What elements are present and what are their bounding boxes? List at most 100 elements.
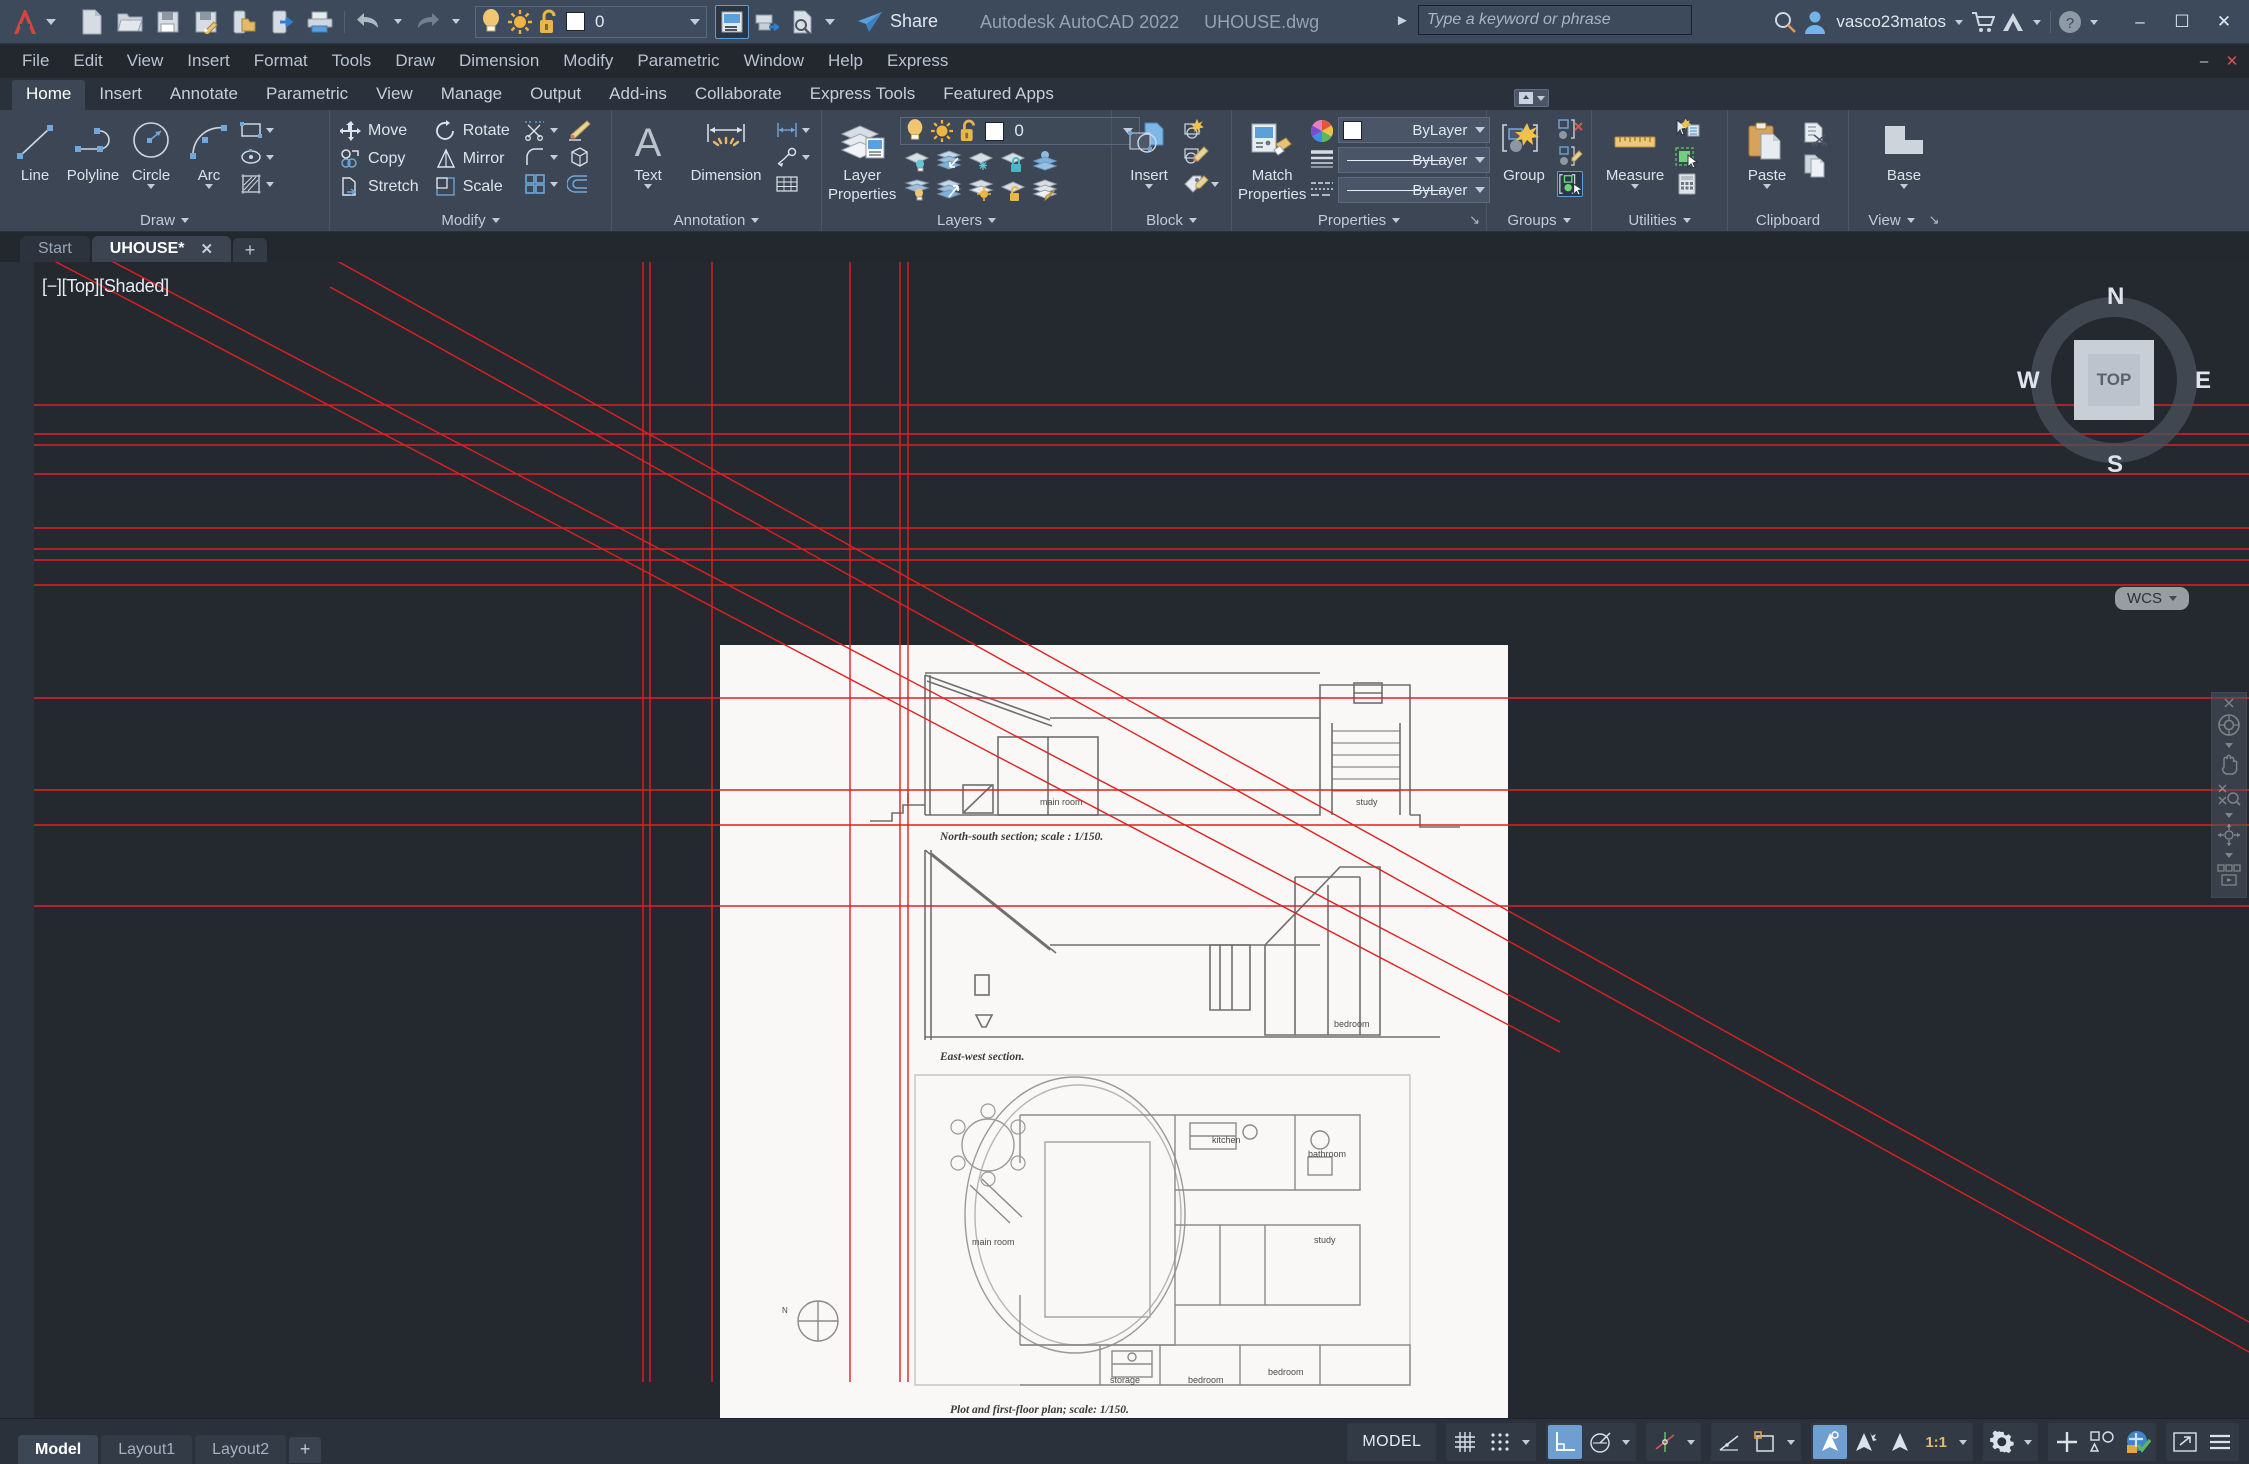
wcs-caret[interactable] (2169, 596, 2177, 601)
lineweight-button[interactable] (1813, 1425, 1848, 1459)
layer-isolate-icon[interactable] (904, 148, 930, 174)
leader-dropdown-caret[interactable] (802, 154, 810, 160)
fullscreen-button[interactable] (2168, 1425, 2202, 1459)
panel-title-annotation[interactable]: Annotation (612, 209, 821, 231)
doc-tab-close-icon[interactable]: ✕ (200, 240, 213, 258)
move-button[interactable]: Move (336, 117, 423, 144)
menu-insert[interactable]: Insert (175, 47, 242, 75)
navbar-close-icon[interactable] (2214, 696, 2244, 710)
autocad-a-logo-icon[interactable] (8, 7, 42, 37)
panel-title-clipboard[interactable]: Clipboard (1728, 209, 1848, 231)
hardware-acceleration-button[interactable] (2050, 1425, 2084, 1459)
view-cube-north-label[interactable]: N (2107, 283, 2124, 311)
clean-screen-button[interactable] (2120, 1425, 2154, 1459)
menu-parametric[interactable]: Parametric (625, 47, 731, 75)
isolate-objects-button[interactable] (2085, 1425, 2119, 1459)
orbit-caret[interactable] (2225, 850, 2233, 860)
block-attribute-caret[interactable] (1211, 181, 1219, 187)
ribbon-minimize-control[interactable] (1514, 89, 1549, 107)
annotation-scale-button[interactable]: 1:1 (1918, 1425, 1954, 1459)
ellipse-dropdown-caret[interactable] (266, 154, 274, 160)
annotation-scale-caret[interactable] (1955, 1425, 1971, 1459)
leader-icon[interactable] (774, 144, 800, 170)
trim-dropdown-caret[interactable] (549, 127, 558, 133)
object-snap-button[interactable] (1748, 1425, 1782, 1459)
view-cube-west-label[interactable]: W (2017, 367, 2040, 395)
insert-block-button[interactable]: Insert (1118, 117, 1180, 189)
fillet-dropdown-caret[interactable] (549, 154, 558, 160)
explode-cube-icon[interactable] (566, 144, 592, 170)
tab-featured-apps[interactable]: Featured Apps (929, 80, 1068, 110)
menu-draw[interactable]: Draw (383, 47, 447, 75)
save-as-button[interactable] (188, 5, 224, 39)
shopping-cart-icon[interactable] (1968, 5, 1998, 39)
layer-dropdown-caret[interactable] (690, 18, 700, 25)
panel-title-block[interactable]: Block (1112, 209, 1231, 231)
tab-insert[interactable]: Insert (85, 80, 156, 110)
linear-dim-dropdown-caret[interactable] (802, 127, 810, 133)
object-snap-tracking-button[interactable] (1713, 1425, 1747, 1459)
layer-make-current-icon[interactable] (1032, 148, 1058, 174)
match-properties-button[interactable]: Match Properties (1238, 117, 1306, 203)
lineweight-field[interactable]: ByLayer (1338, 177, 1491, 203)
calculator-icon[interactable] (1674, 171, 1700, 197)
plot-more-dropdown[interactable] (821, 7, 839, 37)
doc-tab-start[interactable]: Start (20, 236, 90, 262)
arc-dropdown-caret[interactable] (205, 183, 213, 189)
area-select-icon[interactable] (1674, 144, 1700, 170)
mirror-button[interactable]: Mirror (431, 145, 514, 172)
panel-title-view[interactable]: View ↘ (1849, 209, 1959, 231)
rectangle-icon[interactable] (238, 117, 264, 143)
redo-dropdown[interactable] (447, 7, 465, 37)
layer-unlock-icon[interactable] (1000, 177, 1026, 203)
new-document-tab-button[interactable]: + (233, 238, 268, 262)
grid-display-button[interactable] (1448, 1425, 1482, 1459)
selection-cycling-button[interactable] (1883, 1425, 1917, 1459)
layer-freeze-icon[interactable] (968, 148, 994, 174)
zoom-caret[interactable] (2225, 810, 2233, 820)
undo-button[interactable] (351, 5, 387, 39)
group-edit-icon[interactable] (1557, 144, 1583, 170)
table-icon[interactable] (774, 171, 800, 197)
user-name[interactable]: vasco23matos (1836, 12, 1946, 32)
minimize-button[interactable]: – (2119, 2, 2161, 42)
lineweight-icon[interactable] (1310, 147, 1334, 173)
base-view-button[interactable]: Base (1868, 117, 1940, 189)
panel-title-utilities[interactable]: Utilities (1592, 209, 1727, 231)
paste-caret[interactable] (1763, 183, 1771, 189)
user-dropdown-caret[interactable] (1950, 7, 1968, 37)
linetype-icon[interactable] (1310, 177, 1334, 203)
menu-modify[interactable]: Modify (551, 47, 625, 75)
plot-preview-icon[interactable] (785, 5, 821, 39)
create-block-icon[interactable] (1183, 117, 1209, 143)
array-icon[interactable] (522, 171, 548, 197)
steering-wheel-icon[interactable] (2214, 710, 2244, 740)
rectangle-dropdown-caret[interactable] (266, 127, 274, 133)
open-folder-button[interactable] (112, 5, 148, 39)
ribbon-state-caret[interactable] (1537, 95, 1545, 101)
view-cube-east-label[interactable]: E (2195, 367, 2211, 395)
layer-lock-icon[interactable] (1000, 148, 1026, 174)
ungroup-icon[interactable] (1557, 117, 1583, 143)
edit-block-icon[interactable] (1183, 144, 1209, 170)
quick-select-icon[interactable] (1674, 117, 1700, 143)
search-input[interactable] (1417, 5, 1692, 35)
tab-output[interactable]: Output (516, 80, 595, 110)
snap-settings-caret[interactable] (1518, 1425, 1534, 1459)
tab-manage[interactable]: Manage (427, 80, 516, 110)
autodesk-logo-icon[interactable] (1998, 5, 2028, 39)
rotate-button[interactable]: Rotate (431, 117, 514, 144)
layer-thaw-all-icon[interactable] (968, 177, 994, 203)
doc-close-button[interactable]: ✕ (2223, 52, 2241, 70)
circle-button[interactable]: Circle (122, 117, 180, 189)
panel-title-properties[interactable]: Properties (1232, 209, 1486, 231)
layer-unisolate-icon[interactable] (936, 148, 962, 174)
avatar[interactable] (1800, 5, 1830, 39)
text-button[interactable]: A Text (618, 117, 678, 189)
plot-button[interactable] (302, 5, 338, 39)
layer-off-icon[interactable] (904, 177, 931, 203)
model-space-toggle[interactable]: MODEL (1349, 1425, 1434, 1459)
paste-button[interactable]: Paste (1734, 117, 1800, 189)
tab-add-ins[interactable]: Add-ins (595, 80, 681, 110)
mobile-save-button[interactable] (226, 5, 262, 39)
